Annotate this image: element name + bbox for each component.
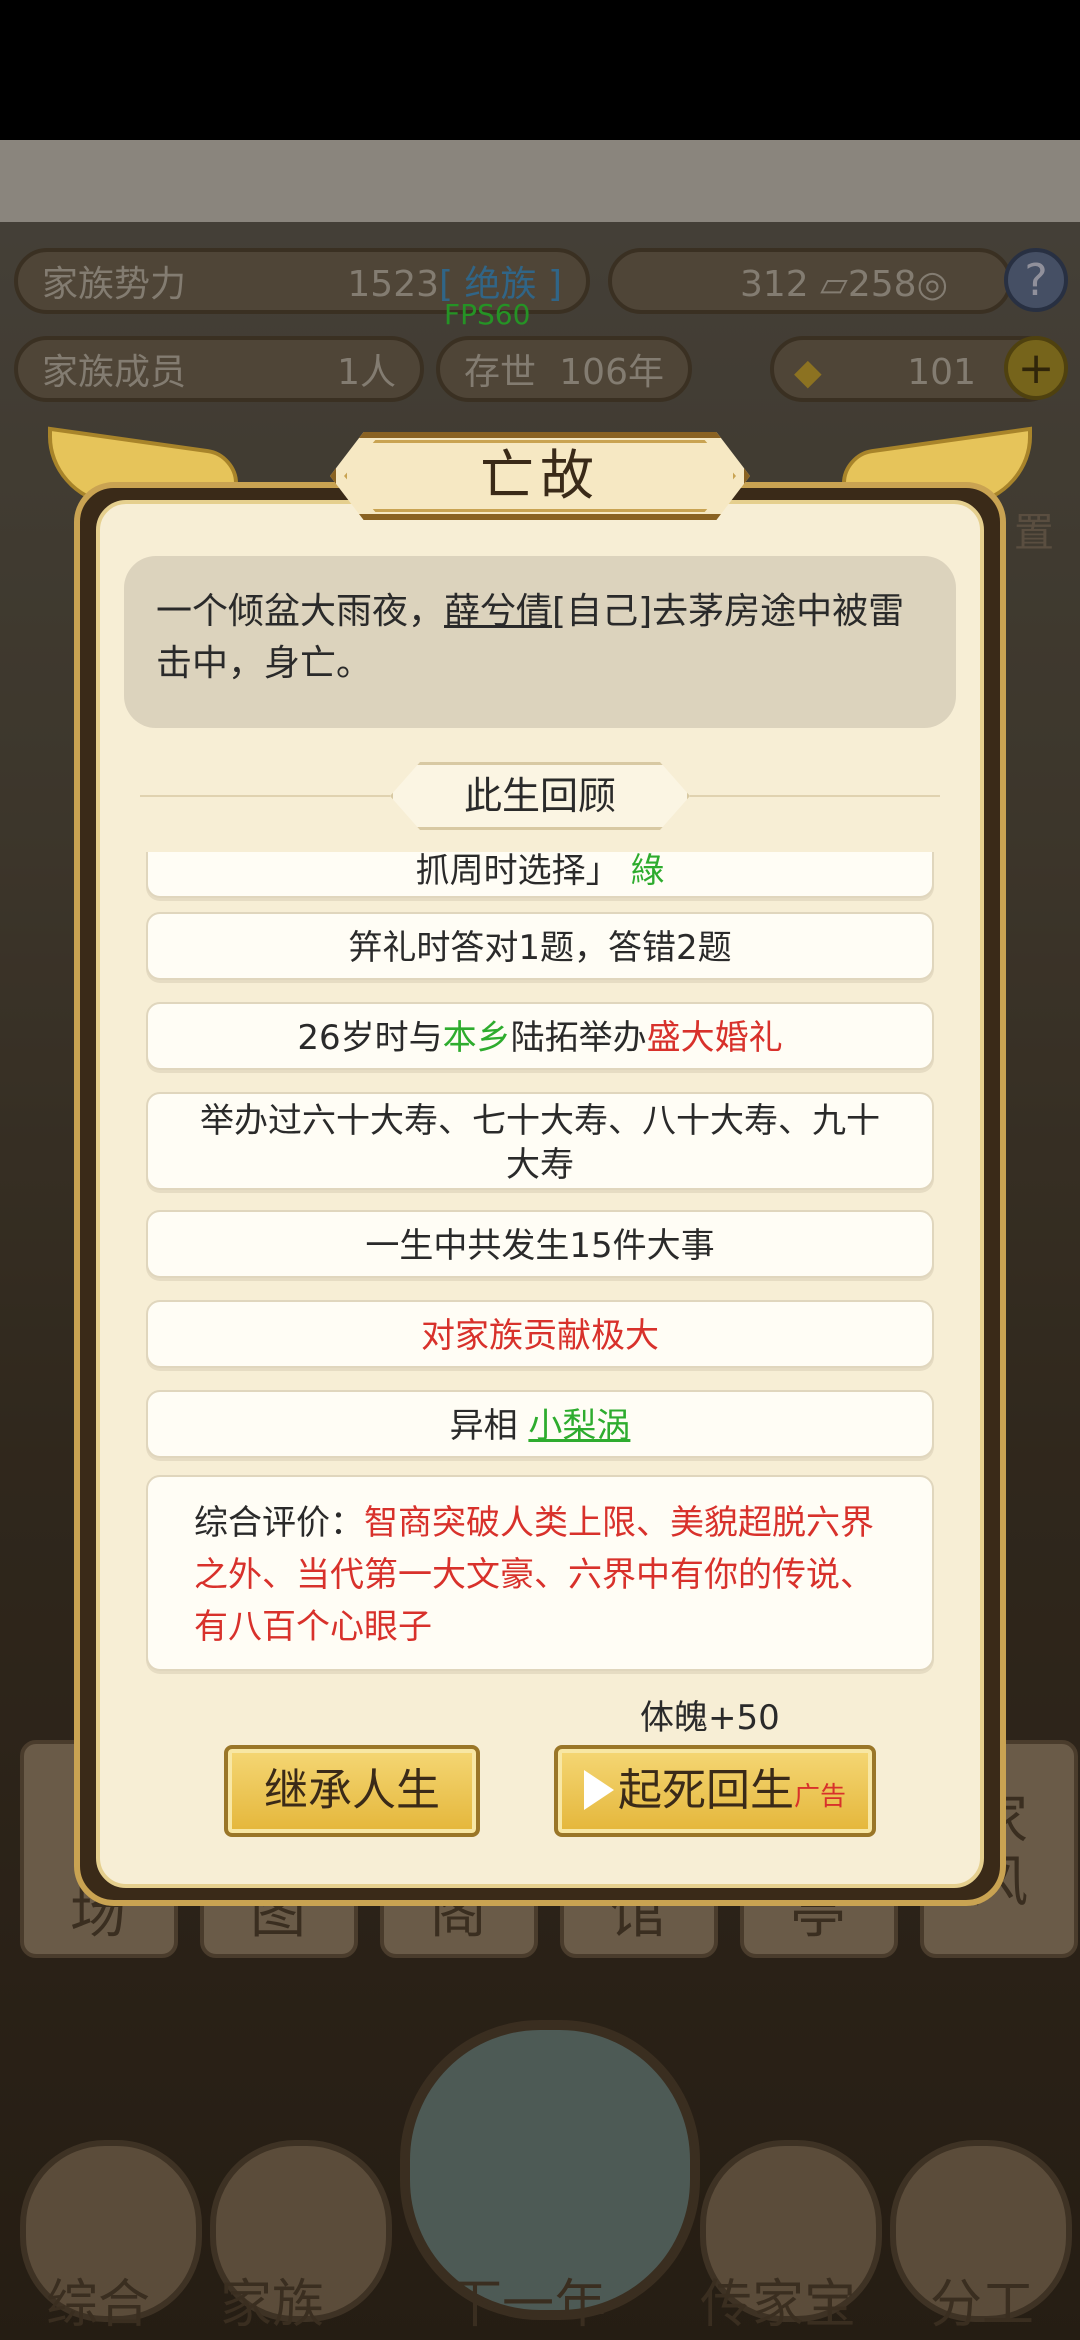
review-item-birthdays: 举办过六十大寿、七十大寿、八十大寿、九十大寿 <box>146 1092 934 1190</box>
evaluation-label: 综合评价： <box>194 1503 364 1543</box>
ad-tag: 广告 <box>793 1782 846 1812</box>
revive-button[interactable]: 起死回生广告 <box>554 1745 876 1837</box>
nav-heirloom-label: 传家宝 <box>700 2275 857 2335</box>
dialog-title: 亡故 <box>480 444 600 507</box>
review-item-events: 一生中共发生15件大事 <box>146 1210 934 1278</box>
review-item-partial: 抓周时选择」 綠 <box>146 852 934 898</box>
top-strip <box>0 140 1080 222</box>
review-title: 此生回顾 <box>463 774 616 818</box>
review-item-ceremony: 笄礼时答对1题，答错2题 <box>146 912 934 980</box>
review-item-omen: 异相 小梨涡 <box>146 1390 934 1458</box>
review-item-wedding: 26岁时与本乡陆拓举办盛大婚礼 <box>146 1002 934 1070</box>
revive-reward: 体魄+50 <box>640 1698 780 1738</box>
inherit-life-label: 继承人生 <box>264 1765 440 1816</box>
message-prefix: 一个倾盆大雨夜， <box>156 591 445 632</box>
omen-link[interactable]: 小梨涡 <box>528 1406 630 1446</box>
death-message: 一个倾盆大雨夜，薛兮倩[自己]去茅房途中被雷击中，身亡。 <box>124 556 956 728</box>
divider-right <box>690 795 940 797</box>
nav-division-label: 分工 <box>930 2275 1035 2335</box>
background-settings-label: 置 <box>1014 510 1054 556</box>
nav-general-label: 综合 <box>46 2275 151 2335</box>
nav-family-label: 家族 <box>220 2275 325 2335</box>
review-item-contribution: 对家族贡献极大 <box>146 1300 934 1368</box>
nav-next-year-label: 下一年 <box>450 2275 607 2335</box>
character-name-link[interactable]: 薛兮倩 <box>444 591 552 632</box>
status-bar <box>0 0 1080 140</box>
inherit-life-button[interactable]: 继承人生 <box>224 1745 480 1837</box>
divider-left <box>140 795 390 797</box>
play-icon <box>583 1770 614 1810</box>
revive-label: 起死回生 <box>617 1765 794 1816</box>
overall-evaluation: 综合评价：智商突破人类上限、美貌超脱六界之外、当代第一大文豪、六界中有你的传说、… <box>146 1475 934 1671</box>
